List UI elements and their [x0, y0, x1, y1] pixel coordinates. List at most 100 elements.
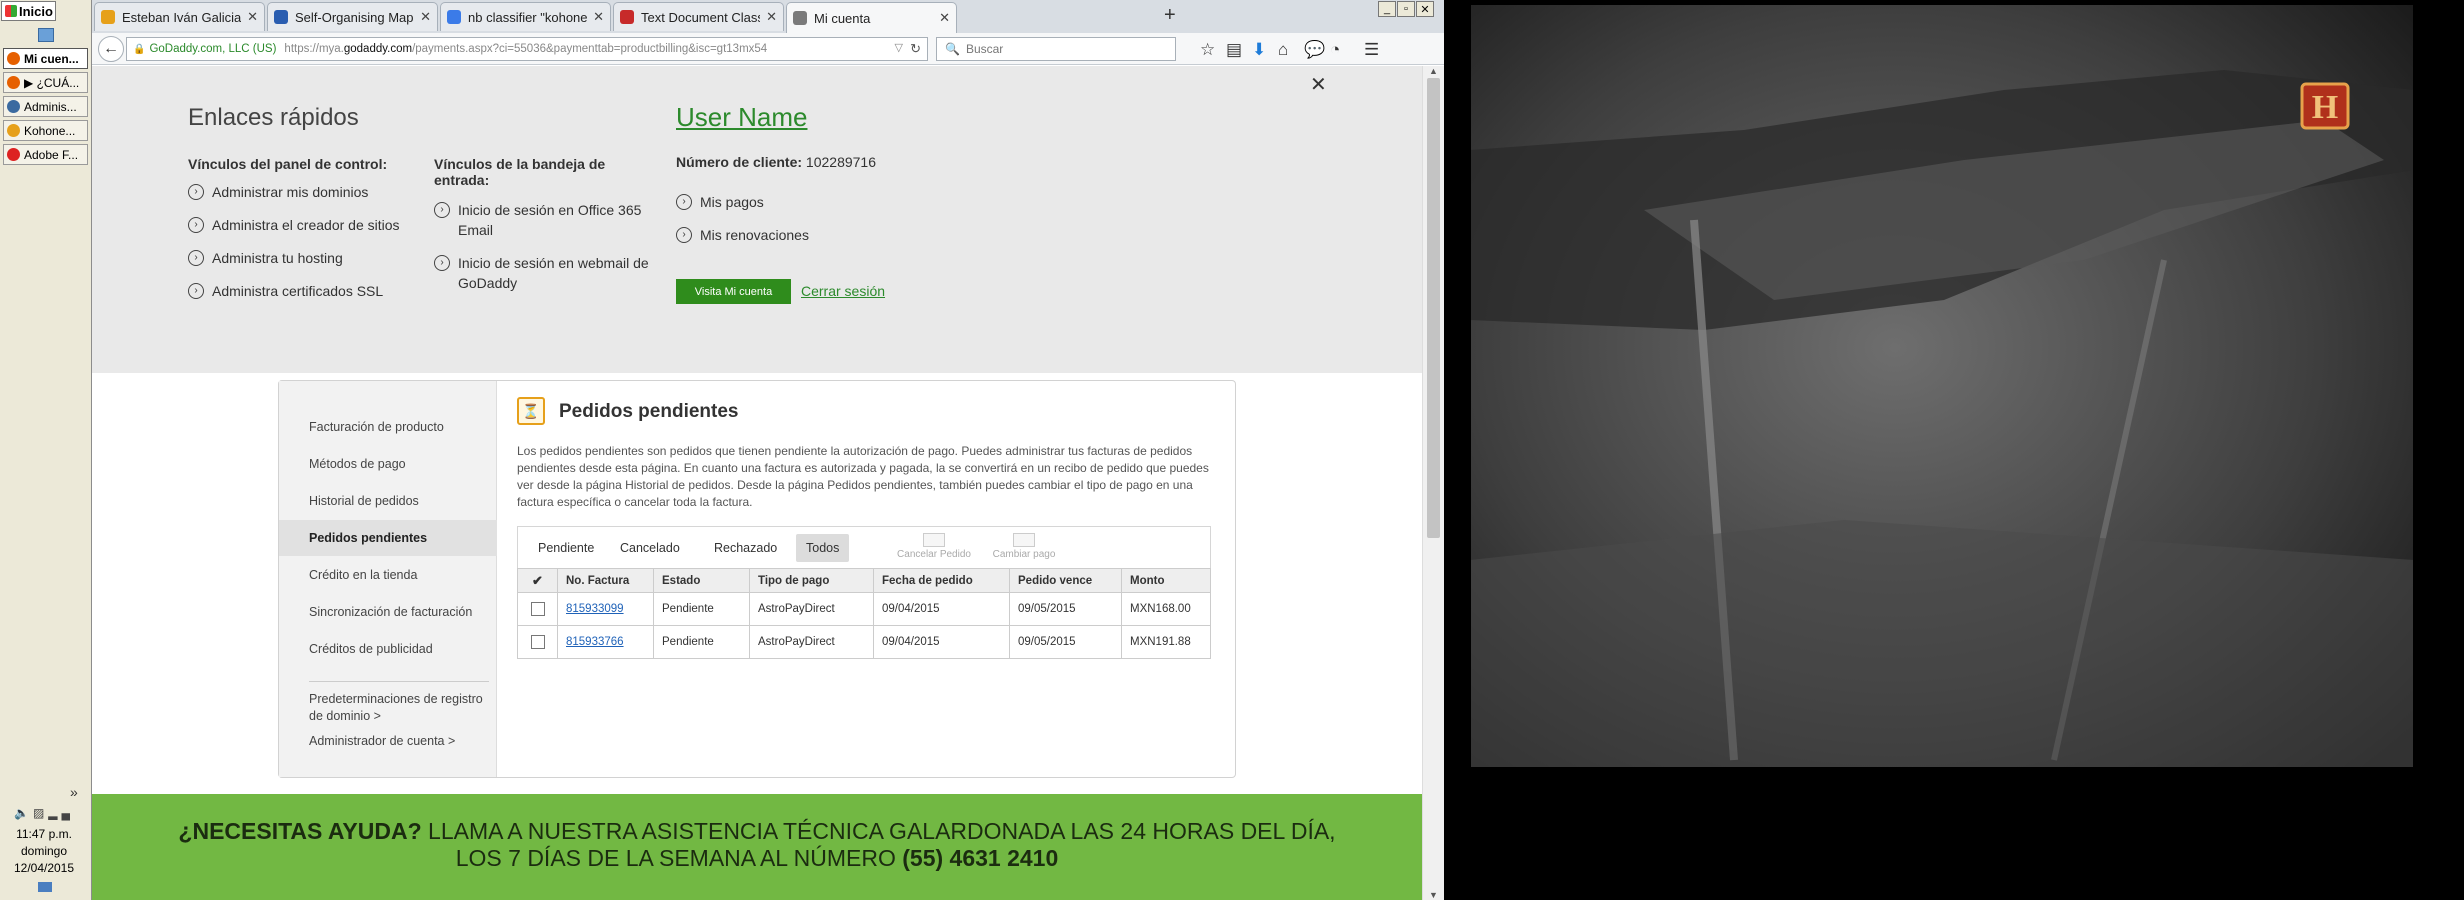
logout-link[interactable]: Cerrar sesión: [801, 283, 885, 299]
chat-icon[interactable]: 💬: [1304, 40, 1325, 60]
video-frame: H: [1469, 3, 2415, 769]
sync-icon[interactable]: ◔: [1330, 40, 1340, 60]
volume-icon[interactable]: 🔈: [14, 806, 33, 820]
filter-tab[interactable]: Todos: [796, 534, 850, 562]
screen: Inicio Mi cuen... ▶ ¿CUÁ... Adminis... Koho…: [0, 0, 2464, 900]
scroll-up-icon[interactable]: ▲: [1429, 66, 1438, 76]
tray-expand-icon[interactable]: »: [70, 784, 78, 800]
chevron-circle-icon: ›: [434, 202, 450, 218]
quick-link[interactable]: › Administrar mis dominios: [188, 182, 418, 202]
browser-tab[interactable]: Mi cuenta ✕: [786, 2, 957, 33]
lock-icon[interactable]: 🔒: [133, 44, 145, 55]
visit-account-button[interactable]: Visita Mi cuenta: [676, 279, 791, 304]
chevron-circle-icon: ›: [188, 250, 204, 266]
cancel-order-button[interactable]: Cancelar Pedido: [894, 533, 974, 560]
close-icon[interactable]: ✕: [1310, 72, 1327, 97]
filter-tab[interactable]: Pendiente: [528, 534, 604, 562]
close-window-button[interactable]: ✕: [1416, 1, 1434, 17]
browser-tab[interactable]: Esteban Iván Galicia Romo ...✕: [94, 2, 265, 31]
site-identity[interactable]: GoDaddy.com, LLC (US): [149, 43, 276, 55]
url-prefix: https://mya.: [284, 43, 344, 55]
col-payment-type[interactable]: Tipo de pago: [749, 568, 874, 593]
bookmark-star-icon[interactable]: ☆: [1200, 40, 1215, 60]
col-status[interactable]: Estado: [653, 568, 750, 593]
scrollbar-thumb[interactable]: [1427, 78, 1440, 538]
menu-icon[interactable]: ☰: [1364, 40, 1379, 60]
desktop-icon[interactable]: [38, 882, 52, 892]
table-cell: 09/05/2015: [1009, 625, 1122, 659]
scroll-down-icon[interactable]: ▼: [1429, 890, 1438, 900]
address-bar[interactable]: 🔒 GoDaddy.com, LLC (US) https://mya. god…: [126, 37, 928, 61]
col-amount[interactable]: Monto: [1121, 568, 1211, 593]
reload-icon[interactable]: ↻: [910, 41, 921, 57]
quick-link[interactable]: › Inicio de sesión en webmail de GoDaddy: [434, 253, 654, 293]
home-icon[interactable]: ⌂: [1278, 40, 1288, 60]
taskbar-button[interactable]: ▶ ¿CUÁ...: [3, 72, 88, 93]
quick-link[interactable]: › Administra certificados SSL: [188, 281, 418, 301]
invoice-link[interactable]: 815933766: [566, 636, 624, 648]
quick-link[interactable]: › Administra el creador de sitios: [188, 215, 418, 235]
url-dropdown-icon[interactable]: ▽: [895, 41, 903, 54]
taskbar-button[interactable]: Adobe F...: [3, 144, 88, 165]
col-due-date[interactable]: Pedido vence: [1009, 568, 1122, 593]
quick-link[interactable]: › Administra tu hosting: [188, 248, 418, 268]
sidenav-item[interactable]: Pedidos pendientes: [279, 520, 497, 556]
taskbar-button[interactable]: Kohone...: [3, 120, 88, 141]
filter-tab[interactable]: Cancelado: [610, 534, 690, 562]
close-tab-icon[interactable]: ✕: [766, 9, 777, 25]
sidenav-item[interactable]: Facturación de producto: [279, 409, 497, 445]
browser-tab[interactable]: nb classifier "kohonen" - B...✕: [440, 2, 611, 31]
page-icon: [274, 10, 288, 24]
sidenav-item-domain-defaults[interactable]: Predeterminaciones de registro de domini…: [309, 691, 489, 725]
page-scrollbar[interactable]: ▲ ▼: [1422, 66, 1444, 900]
show-desktop-icon[interactable]: [38, 28, 54, 42]
sidenav-item[interactable]: Historial de pedidos: [279, 483, 497, 519]
network-icon[interactable]: ▨: [33, 806, 48, 820]
new-tab-button[interactable]: +: [1164, 4, 1176, 27]
pending-orders-content: ⏳ Pedidos pendientes Los pedidos pendien…: [497, 381, 1235, 777]
sidenav-item[interactable]: Métodos de pago: [279, 446, 497, 482]
change-payment-button[interactable]: Cambiar pago: [984, 533, 1064, 560]
taskbar-button[interactable]: Mi cuen...: [3, 48, 88, 69]
download-icon[interactable]: ⬇: [1252, 40, 1266, 60]
sidenav-item[interactable]: Crédito en la tienda: [279, 557, 497, 593]
taskbar-button[interactable]: Adminis...: [3, 96, 88, 117]
col-order-date[interactable]: Fecha de pedido: [873, 568, 1010, 593]
sidenav-item[interactable]: Sincronización de facturación: [279, 594, 497, 630]
signal-icon[interactable]: ▂▄: [48, 806, 74, 820]
table-row[interactable]: 815933766 Pendiente AstroPayDirect 09/04/20…: [517, 625, 1211, 659]
table-row[interactable]: 815933099 Pendiente AstroPayDirect 09/04/20…: [517, 592, 1211, 626]
row-checkbox[interactable]: [530, 635, 545, 649]
select-all-checkbox[interactable]: ✔: [517, 568, 558, 593]
sidenav-item[interactable]: Créditos de publicidad: [279, 631, 497, 667]
col-invoice[interactable]: No. Factura: [557, 568, 654, 593]
maximize-button[interactable]: ▫: [1397, 1, 1415, 17]
user-name-link[interactable]: User Name: [676, 102, 807, 133]
quick-link[interactable]: › Inicio de sesión en Office 365 Email: [434, 200, 654, 240]
filter-tab[interactable]: Rechazado: [704, 534, 787, 562]
google-icon: [447, 10, 461, 24]
help-line-2: LOS 7 DÍAS DE LA SEMANA AL NÚMERO: [455, 845, 903, 871]
browser-tab[interactable]: Text Document Classificati...✕: [613, 2, 784, 31]
start-button[interactable]: Inicio: [1, 1, 56, 21]
pending-orders-icon: ⏳: [517, 397, 545, 425]
video-window[interactable]: H: [1444, 0, 2464, 900]
close-tab-icon[interactable]: ✕: [420, 9, 431, 25]
close-tab-icon[interactable]: ✕: [939, 10, 950, 26]
clock[interactable]: 11:47 p.m. domingo 12/04/2015: [0, 826, 88, 877]
quick-link[interactable]: › Mis renovaciones: [676, 225, 896, 245]
close-tab-icon[interactable]: ✕: [247, 9, 258, 25]
app-icon: [7, 100, 20, 113]
quick-link[interactable]: › Mis pagos: [676, 192, 896, 212]
sidenav-item-account-admin[interactable]: Administrador de cuenta >: [309, 733, 489, 750]
row-checkbox[interactable]: [530, 602, 545, 616]
browser-tab[interactable]: Self-Organising Maps in D...✕: [267, 2, 438, 31]
back-button[interactable]: ←: [98, 36, 124, 62]
reading-list-icon[interactable]: ▤: [1226, 40, 1242, 60]
invoice-link[interactable]: 815933099: [566, 603, 624, 615]
clock-date: 12/04/2015: [13, 861, 75, 875]
minimize-button[interactable]: _: [1378, 1, 1396, 17]
app-icon: [7, 148, 20, 161]
close-tab-icon[interactable]: ✕: [593, 9, 604, 25]
search-input[interactable]: 🔍 Buscar: [936, 37, 1176, 61]
